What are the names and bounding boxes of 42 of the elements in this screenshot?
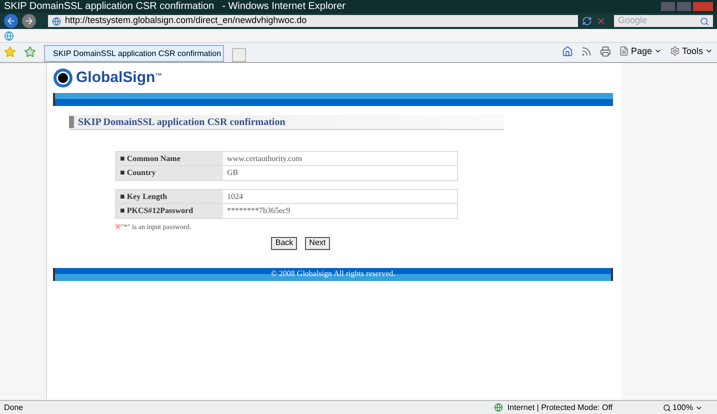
gear-icon bbox=[670, 46, 680, 56]
globe-icon[interactable] bbox=[4, 30, 14, 40]
app-name: - Windows Internet Explorer bbox=[222, 0, 346, 14]
add-favorite-icon[interactable] bbox=[24, 46, 36, 58]
address-field[interactable]: http://testsystem.globalsign.com/direct_en/newdvhighwoc.do bbox=[48, 15, 578, 27]
home-icon[interactable] bbox=[562, 46, 573, 57]
page-icon bbox=[618, 46, 629, 56]
field-value: www.certauthority.com bbox=[226, 152, 303, 165]
field-label: ■ PKCS#12Password bbox=[116, 204, 223, 218]
copyright-text: © 2008 Globalsign All rights reserved. bbox=[270, 268, 396, 280]
magnifier-icon bbox=[662, 404, 671, 412]
page-icon bbox=[52, 16, 61, 26]
logo-icon bbox=[53, 68, 73, 88]
search-icon[interactable] bbox=[700, 16, 709, 26]
command-button[interactable]: Tools bbox=[670, 44, 713, 58]
forward-button[interactable] bbox=[22, 14, 36, 28]
globe-icon bbox=[494, 403, 504, 412]
status-text: Done bbox=[4, 402, 24, 414]
field-label: ■ Key Length bbox=[116, 190, 223, 203]
field-value: GB bbox=[226, 167, 240, 179]
heading-marker-icon bbox=[69, 116, 74, 128]
stop-icon[interactable] bbox=[596, 16, 606, 26]
back-button[interactable] bbox=[4, 14, 18, 28]
field-label: ■ Country bbox=[116, 166, 223, 180]
form-button[interactable]: Back bbox=[271, 236, 298, 250]
field-label: ■ Common Name bbox=[116, 152, 223, 165]
forward-arrow-icon bbox=[24, 16, 34, 26]
field-value: ********7b365ec9 bbox=[226, 205, 292, 217]
security-zone: Internet | Protected Mode: Off bbox=[507, 402, 613, 414]
back-arrow-icon bbox=[6, 16, 16, 26]
refresh-icon[interactable] bbox=[582, 16, 592, 26]
command-button[interactable]: Page bbox=[618, 44, 662, 58]
logo-text: GlobalSign$^{™}$ bbox=[76, 68, 162, 88]
zoom-control[interactable]: 100% bbox=[662, 402, 703, 414]
star-icon[interactable] bbox=[4, 46, 16, 58]
print-icon[interactable] bbox=[600, 46, 611, 57]
window-title: SKIP DomainSSL application CSR confirmation bbox=[4, 0, 214, 14]
browser-tab[interactable]: SKIP DomainSSL application CSR confirmation bbox=[44, 45, 224, 62]
field-value: 1024 bbox=[226, 190, 244, 202]
form-button[interactable]: Next bbox=[305, 236, 330, 250]
feed-icon[interactable] bbox=[580, 46, 592, 57]
section-heading: SKIP DomainSSL application CSR confirmation bbox=[78, 116, 286, 130]
